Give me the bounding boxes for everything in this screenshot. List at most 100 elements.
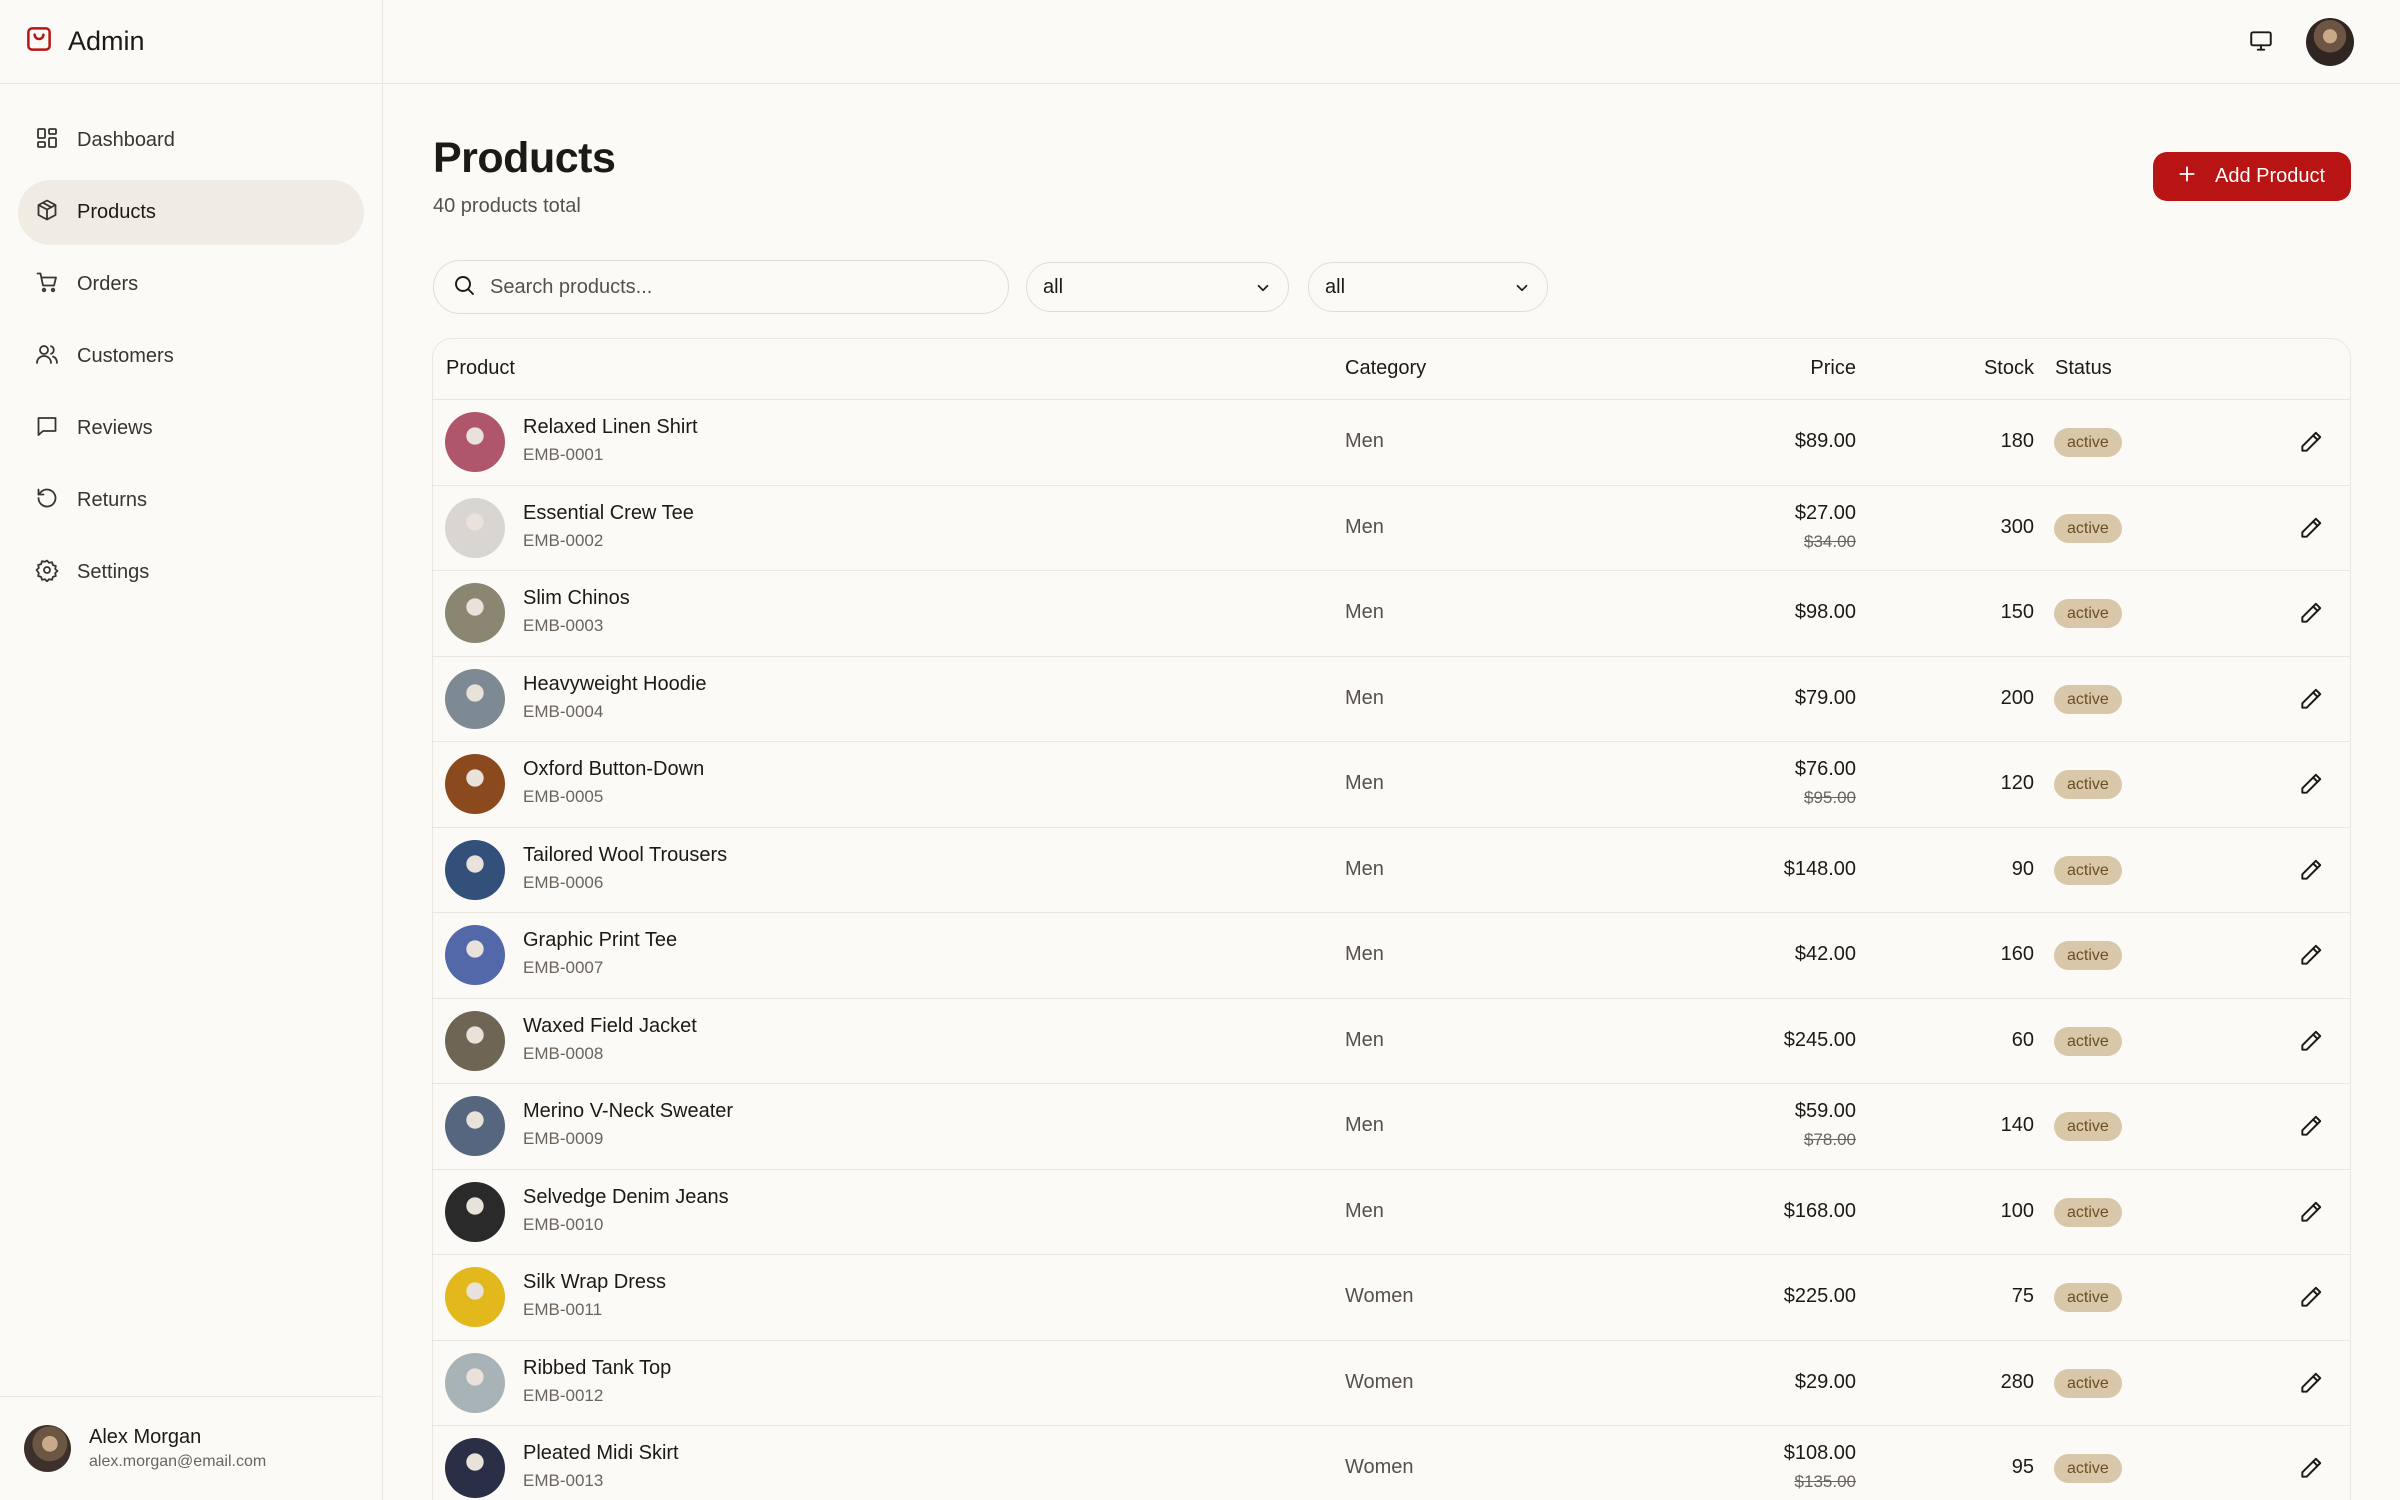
user-avatar[interactable] <box>2306 18 2354 66</box>
product-price: $89.00 <box>1794 430 1856 452</box>
sidebar-item-label: Reviews <box>77 417 153 439</box>
status-badge: active <box>2054 855 2122 885</box>
pencil-icon[interactable] <box>2298 942 2324 968</box>
column-header-price[interactable]: Price <box>1810 357 1856 380</box>
pencil-icon[interactable] <box>2298 1028 2324 1054</box>
product-stock: 200 <box>2000 686 2034 709</box>
table-row[interactable]: Tailored Wool Trousers EMB-0006 Men $148.00… <box>433 828 2350 913</box>
sidebar-item-dashboard[interactable]: Dashboard <box>18 108 364 173</box>
table-row[interactable]: Ribbed Tank Top EMB-0012 Women $29.00 280 act… <box>433 1341 2350 1426</box>
product-name[interactable]: Tailored Wool Trousers <box>523 844 727 867</box>
avatar <box>24 1425 71 1472</box>
pencil-icon[interactable] <box>2298 600 2324 626</box>
search-box[interactable] <box>433 260 1009 314</box>
product-category: Men <box>1345 1114 1384 1136</box>
pencil-icon[interactable] <box>2298 1199 2324 1225</box>
column-header-status[interactable]: Status <box>2055 357 2112 380</box>
table-row[interactable]: Graphic Print Tee EMB-0007 Men $42.00 160 act… <box>433 913 2350 999</box>
sidebar: Admin Dashboard Products Orders Customer… <box>0 0 383 1500</box>
product-name[interactable]: Heavyweight Hoodie <box>523 673 706 696</box>
product-name[interactable]: Merino V-Neck Sweater <box>523 1100 733 1123</box>
sidebar-item-settings[interactable]: Settings <box>18 540 364 605</box>
monitor-icon[interactable] <box>2248 28 2274 54</box>
product-sku: EMB-0002 <box>523 530 604 550</box>
status-badge: active <box>2054 1112 2122 1141</box>
product-name[interactable]: Ribbed Tank Top <box>523 1357 671 1380</box>
product-name[interactable]: Relaxed Linen Shirt <box>523 416 698 439</box>
user-name: Alex Morgan <box>89 1426 202 1448</box>
product-name[interactable]: Pleated Midi Skirt <box>523 1442 679 1465</box>
product-stock: 150 <box>2000 601 2034 623</box>
column-header-category[interactable]: Category <box>1345 357 1426 380</box>
product-name[interactable]: Oxford Button-Down <box>523 758 704 781</box>
product-thumbnail <box>445 1267 505 1327</box>
column-header-stock[interactable]: Stock <box>1984 357 2034 380</box>
product-name[interactable]: Slim Chinos <box>523 587 630 610</box>
table-row[interactable]: Selvedge Denim Jeans EMB-0010 Men $168.00 10… <box>433 1170 2350 1255</box>
table-row[interactable]: Waxed Field Jacket EMB-0008 Men $245.00 60 ac… <box>433 999 2350 1084</box>
status-filter-select[interactable]: all <box>1308 262 1548 312</box>
table-row[interactable]: Silk Wrap Dress EMB-0011 Women $225.00 75 act… <box>433 1255 2350 1341</box>
product-name[interactable]: Essential Crew Tee <box>523 502 694 525</box>
pencil-icon[interactable] <box>2298 1455 2324 1481</box>
product-stock: 300 <box>2000 515 2034 538</box>
column-header-product[interactable]: Product <box>446 357 515 380</box>
pencil-icon[interactable] <box>2298 1370 2324 1396</box>
product-name[interactable]: Selvedge Denim Jeans <box>523 1186 729 1209</box>
category-filter-select[interactable]: all <box>1026 262 1289 312</box>
status-badge: active <box>2054 1368 2122 1398</box>
product-sku: EMB-0008 <box>523 1043 604 1063</box>
table-row[interactable]: Slim Chinos EMB-0003 Men $98.00 150 active <box>433 571 2350 657</box>
plus-icon <box>2177 164 2197 190</box>
product-category: Men <box>1345 515 1384 538</box>
dashboard-icon <box>35 126 59 156</box>
table-row[interactable]: Relaxed Linen Shirt EMB-0001 Men $89.00 180 a… <box>433 400 2350 486</box>
sidebar-item-reviews[interactable]: Reviews <box>18 396 364 461</box>
product-name[interactable]: Waxed Field Jacket <box>523 1015 697 1038</box>
status-badge: active <box>2054 684 2122 714</box>
product-category: Men <box>1345 772 1384 794</box>
sidebar-item-label: Returns <box>77 489 148 511</box>
pencil-icon[interactable] <box>2298 686 2324 712</box>
category-filter-value: all <box>1043 275 1064 298</box>
product-sku: EMB-0012 <box>523 1385 604 1405</box>
product-name[interactable]: Graphic Print Tee <box>523 929 677 952</box>
product-category: Men <box>1345 1028 1384 1051</box>
sidebar-item-label: Products <box>77 201 156 223</box>
table-row[interactable]: Merino V-Neck Sweater EMB-0009 Men $59.00 $7… <box>433 1084 2350 1170</box>
search-input[interactable] <box>490 275 990 299</box>
user-email: alex.morgan@email.com <box>89 1453 267 1470</box>
status-badge: active <box>2054 513 2122 543</box>
sidebar-item-orders[interactable]: Orders <box>18 252 364 317</box>
sidebar-user[interactable]: Alex Morgan alex.morgan@email.com <box>0 1396 382 1500</box>
pencil-icon[interactable] <box>2298 515 2324 541</box>
main-content: Products 40 products total Add Product a… <box>383 84 2400 1500</box>
sidebar-item-customers[interactable]: Customers <box>18 324 364 389</box>
status-badge: active <box>2054 941 2122 970</box>
pencil-icon[interactable] <box>2298 771 2324 797</box>
table-row[interactable]: Oxford Button-Down EMB-0005 Men $76.00 $95.0… <box>433 742 2350 828</box>
sidebar-nav: Dashboard Products Orders Customers Revi… <box>0 0 382 612</box>
product-thumbnail <box>445 668 505 729</box>
pencil-icon[interactable] <box>2298 1284 2324 1310</box>
sidebar-item-returns[interactable]: Returns <box>18 468 364 533</box>
status-badge: active <box>2054 1197 2122 1227</box>
table-row[interactable]: Pleated Midi Skirt EMB-0013 Women $108.00 $1… <box>433 1426 2350 1500</box>
table-row[interactable]: Heavyweight Hoodie EMB-0004 Men $79.00 200 ac… <box>433 657 2350 742</box>
search-icon <box>452 273 476 302</box>
pencil-icon[interactable] <box>2298 1113 2324 1139</box>
table-row[interactable]: Essential Crew Tee EMB-0002 Men $27.00 $34.0… <box>433 486 2350 571</box>
status-badge: active <box>2054 1026 2122 1056</box>
sidebar-item-products[interactable]: Products <box>18 180 364 245</box>
pencil-icon[interactable] <box>2298 429 2324 455</box>
add-product-button[interactable]: Add Product <box>2153 152 2351 201</box>
product-category: Men <box>1345 943 1384 965</box>
page-title: Products <box>433 134 616 182</box>
product-name[interactable]: Silk Wrap Dress <box>523 1271 666 1294</box>
product-price: $225.00 <box>1783 1285 1856 1307</box>
product-category: Men <box>1345 601 1384 623</box>
pencil-icon[interactable] <box>2298 857 2324 883</box>
product-sku: EMB-0005 <box>523 787 604 806</box>
cart-icon <box>35 270 59 300</box>
topbar <box>383 0 2400 84</box>
